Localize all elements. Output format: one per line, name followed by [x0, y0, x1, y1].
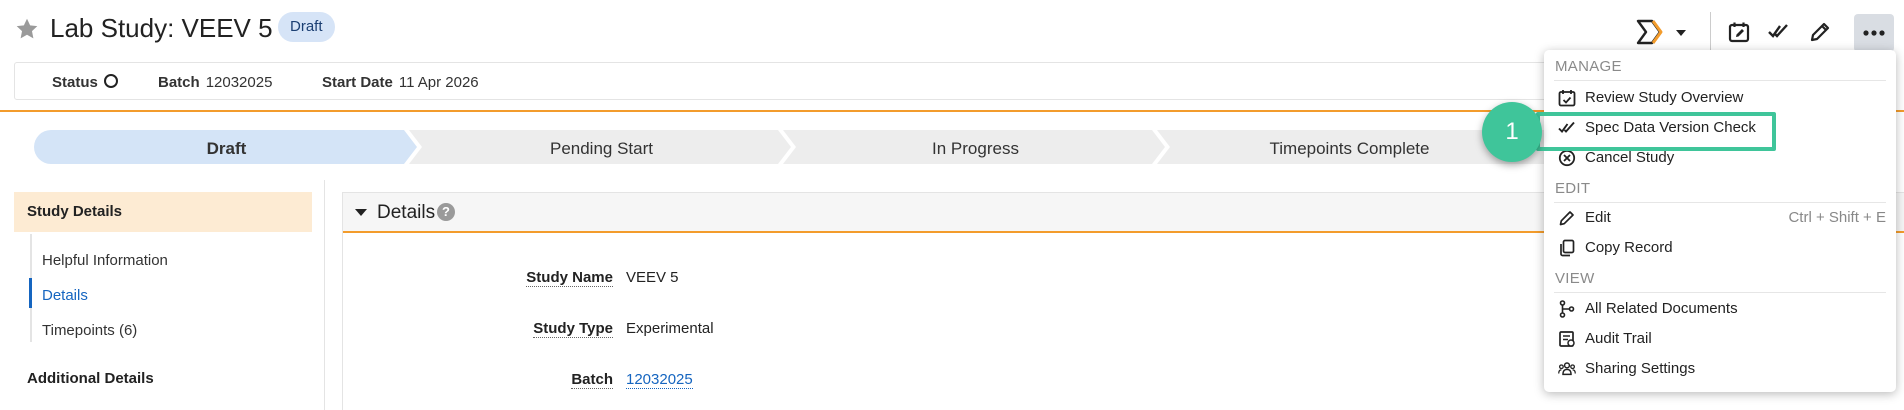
- field-value-batch-link[interactable]: 12032025: [626, 371, 693, 389]
- menu-separator: [1554, 292, 1886, 293]
- menu-item-all-related-documents[interactable]: All Related Documents: [1544, 295, 1896, 323]
- workflow-actions-button[interactable]: [1636, 16, 1692, 48]
- nav-selection-indicator: [29, 278, 32, 308]
- nav-item-details[interactable]: Details: [42, 287, 88, 304]
- status-label: Status: [52, 74, 98, 91]
- calendar-edit-icon: [1728, 22, 1750, 43]
- copy-icon: [1560, 239, 1575, 257]
- field-label-batch: Batch: [343, 371, 613, 389]
- double-check-icon: [1768, 24, 1788, 38]
- more-actions-button[interactable]: [1854, 14, 1894, 52]
- menu-item-review-study-overview[interactable]: Review Study Overview: [1544, 84, 1896, 112]
- edit-button[interactable]: [1803, 15, 1837, 49]
- menu-item-edit[interactable]: Edit Ctrl + Shift + E: [1544, 204, 1896, 232]
- pencil-icon: [1810, 22, 1830, 42]
- menu-item-copy-record[interactable]: Copy Record: [1544, 234, 1896, 262]
- status-circle-icon: [103, 74, 118, 88]
- batch-field: Batch 12032025: [158, 74, 272, 91]
- batch-field-label: Batch: [571, 371, 613, 389]
- header-divider: [1710, 12, 1711, 52]
- start-date-label: Start Date: [322, 74, 393, 91]
- keyboard-shortcut: Ctrl + Shift + E: [1788, 209, 1886, 226]
- status-field: Status: [52, 74, 118, 91]
- workflow-icon: [1636, 19, 1663, 45]
- nav-section-additional-details[interactable]: Additional Details: [14, 359, 312, 399]
- study-type-label: Study Type: [533, 320, 613, 338]
- menu-item-label: All Related Documents: [1585, 300, 1738, 317]
- field-value-study-type: Experimental: [626, 320, 714, 337]
- field-label-study-name: Study Name: [343, 269, 613, 287]
- caret-down-icon[interactable]: [355, 209, 367, 216]
- menu-heading-view: VIEW: [1555, 270, 1595, 287]
- menu-heading-edit: EDIT: [1555, 180, 1591, 197]
- nav-section-study-details[interactable]: Study Details: [14, 192, 312, 232]
- nav-divider: [324, 180, 325, 410]
- highlight-box: [1536, 112, 1776, 151]
- stage-label-draft: Draft: [206, 139, 247, 158]
- stage-label-pending-start: Pending Start: [549, 139, 653, 158]
- menu-item-label: Edit: [1585, 209, 1611, 226]
- menu-separator: [1554, 80, 1886, 81]
- star-icon[interactable]: [14, 16, 40, 42]
- branch-icon: [1559, 300, 1575, 318]
- step-callout: 1: [1482, 102, 1542, 162]
- menu-item-label: Copy Record: [1585, 239, 1673, 256]
- field-label-study-type: Study Type: [343, 320, 613, 338]
- chevron-down-icon: [1676, 30, 1686, 36]
- status-badge: Draft: [278, 12, 335, 42]
- menu-separator: [1554, 202, 1886, 203]
- field-value-study-name: VEEV 5: [626, 269, 679, 286]
- lifecycle-progress: Draft Pending Start In Progress Timepoin…: [34, 130, 1674, 164]
- menu-item-audit-trail[interactable]: Audit Trail: [1544, 325, 1896, 353]
- people-icon: [1558, 362, 1576, 376]
- page-title: Lab Study: VEEV 5: [50, 13, 273, 43]
- menu-item-sharing-settings[interactable]: Sharing Settings: [1544, 355, 1896, 383]
- menu-item-label: Audit Trail: [1585, 330, 1652, 347]
- audit-trail-icon: [1559, 331, 1575, 347]
- nav-item-helpful-information[interactable]: Helpful Information: [42, 252, 168, 269]
- section-navigation: Study Details Helpful Information Detail…: [14, 180, 326, 410]
- pencil-icon: [1559, 211, 1574, 226]
- calendar-check-icon: [1558, 90, 1576, 107]
- start-date-value: 11 Apr 2026: [398, 74, 479, 91]
- study-name-label: Study Name: [526, 269, 613, 287]
- menu-item-label: Sharing Settings: [1585, 360, 1696, 377]
- stage-label-timepoints-complete: Timepoints Complete: [1269, 139, 1430, 158]
- actions-menu: MANAGE Review Study Overview Spec Data V…: [1544, 50, 1896, 392]
- menu-item-label: Cancel Study: [1585, 149, 1675, 166]
- batch-value: 12032025: [205, 74, 273, 91]
- nav-item-timepoints[interactable]: Timepoints (6): [42, 322, 137, 339]
- menu-item-label: Review Study Overview: [1585, 89, 1744, 106]
- double-check-button[interactable]: [1762, 15, 1796, 49]
- menu-heading-manage: MANAGE: [1555, 58, 1622, 75]
- batch-label: Batch: [158, 74, 200, 91]
- calendar-edit-button[interactable]: [1722, 15, 1756, 49]
- ellipsis-icon: [1863, 30, 1885, 36]
- stage-label-in-progress: In Progress: [932, 139, 1019, 158]
- circle-x-icon: [1558, 149, 1576, 167]
- help-icon[interactable]: ?: [437, 203, 455, 221]
- start-date-field: Start Date 11 Apr 2026: [322, 74, 479, 91]
- details-section-title: Details: [377, 202, 436, 223]
